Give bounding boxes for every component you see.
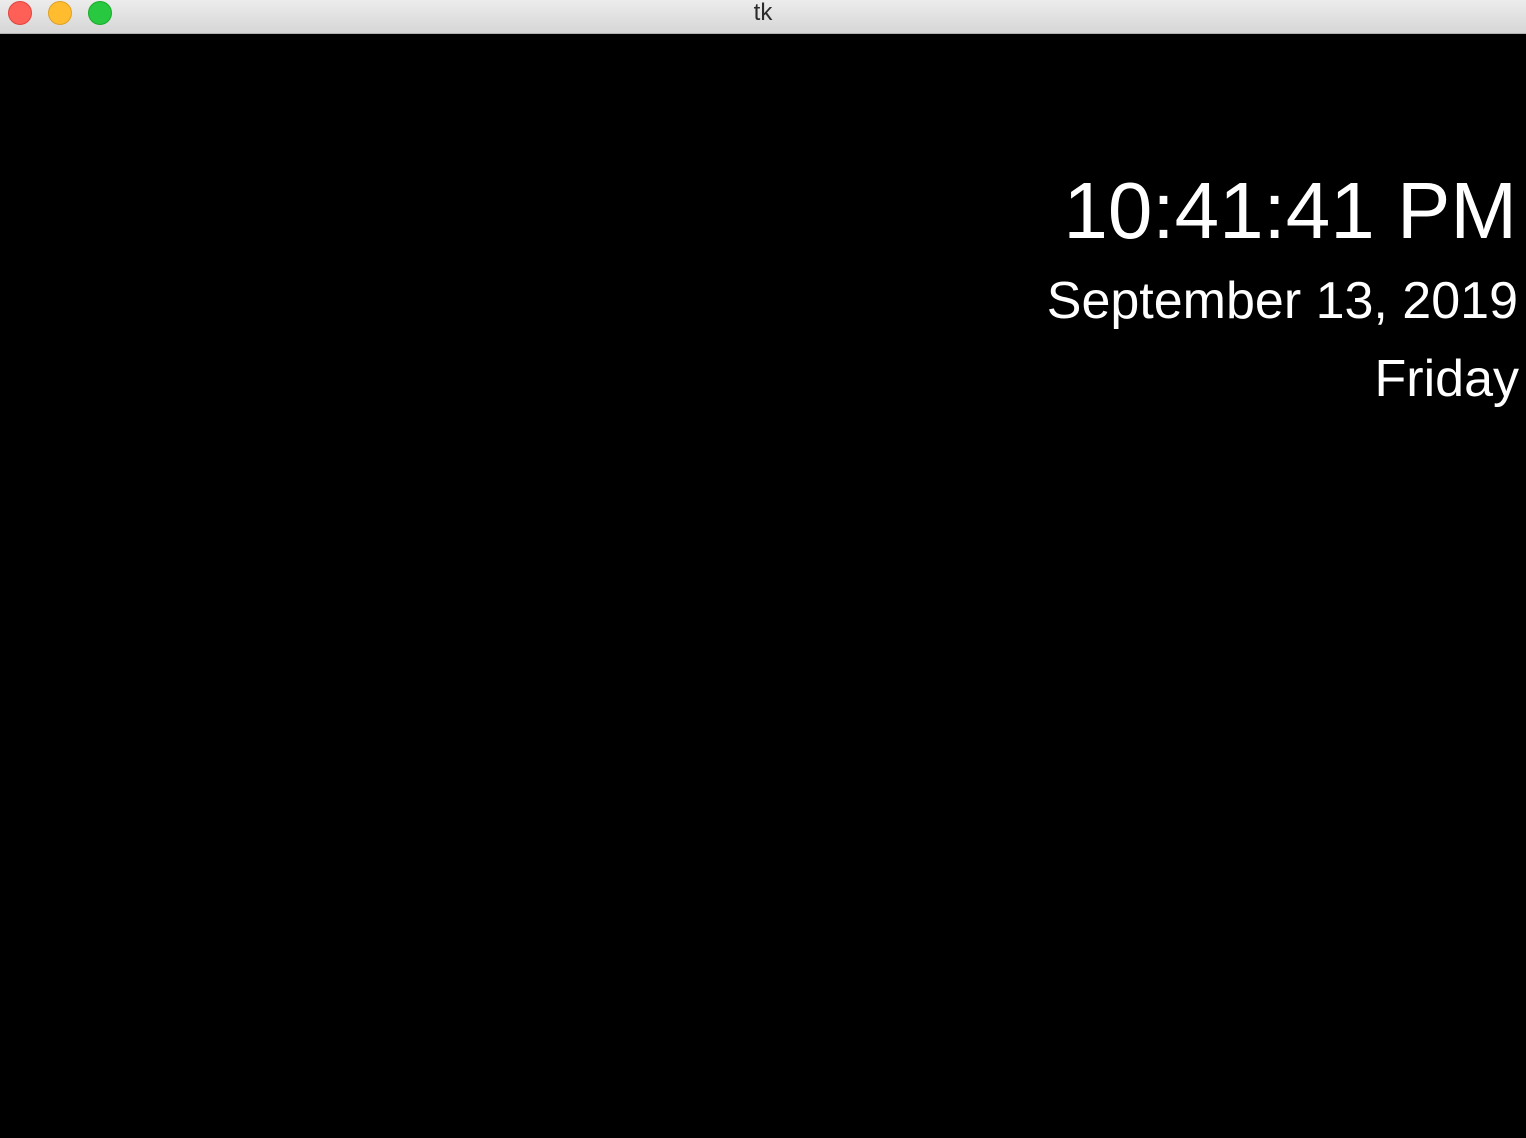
clock-day: Friday — [1374, 350, 1519, 408]
title-bar[interactable]: tk — [0, 0, 1526, 34]
clock-time: 10:41:41 PM — [1063, 166, 1517, 255]
clock-date: September 13, 2019 — [1046, 272, 1518, 330]
app-window: tk 10:41:41 PM September 13, 2019 Friday — [0, 0, 1526, 1138]
clock-panel: 10:41:41 PM September 13, 2019 Friday — [0, 35, 1526, 1138]
window-title: tk — [753, 0, 773, 26]
